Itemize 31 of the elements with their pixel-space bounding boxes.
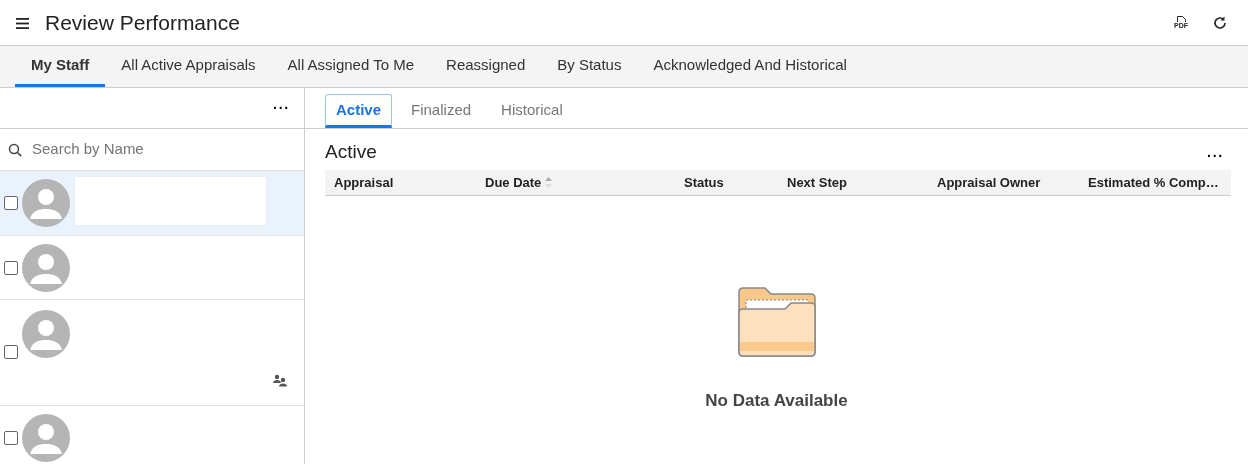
checkbox[interactable] xyxy=(4,431,18,445)
tab[interactable]: Finalized xyxy=(400,93,483,128)
page-title: Review Performance xyxy=(45,9,240,36)
column-header[interactable]: Due Date xyxy=(485,172,542,193)
more-button[interactable]: ··· xyxy=(1201,145,1230,168)
folder-icon xyxy=(736,286,817,358)
checkbox[interactable] xyxy=(4,261,18,275)
checkbox[interactable] xyxy=(4,345,18,359)
avatar-icon xyxy=(22,414,70,462)
checkbox[interactable] xyxy=(4,196,18,210)
column-header[interactable]: Next Step xyxy=(787,172,847,193)
section-title: Active xyxy=(325,140,377,165)
tab[interactable]: Active xyxy=(325,93,393,128)
more-button[interactable]: ··· xyxy=(267,96,296,120)
column-header[interactable]: Appraisal xyxy=(334,172,394,193)
avatar-icon xyxy=(22,179,70,227)
tab[interactable]: All Active Appraisals xyxy=(105,46,272,87)
avatar-icon xyxy=(22,244,70,292)
column-header[interactable]: Status xyxy=(684,172,724,193)
tab[interactable]: Historical xyxy=(490,93,574,128)
tab[interactable]: Reassigned xyxy=(430,46,542,87)
tab[interactable]: By Status xyxy=(541,46,638,87)
tab[interactable]: My Staff xyxy=(15,46,106,87)
search-icon xyxy=(8,142,22,157)
avatar-icon xyxy=(22,310,70,358)
tab[interactable]: All Assigned To Me xyxy=(271,46,431,87)
tab[interactable]: Acknowledged And Historical xyxy=(637,46,863,87)
column-header[interactable]: Estimated % Comp… xyxy=(1088,172,1219,193)
document-icon xyxy=(1176,16,1186,22)
column-header[interactable]: Appraisal Owner xyxy=(937,172,1041,193)
empty-message: No Data Available xyxy=(705,390,848,412)
